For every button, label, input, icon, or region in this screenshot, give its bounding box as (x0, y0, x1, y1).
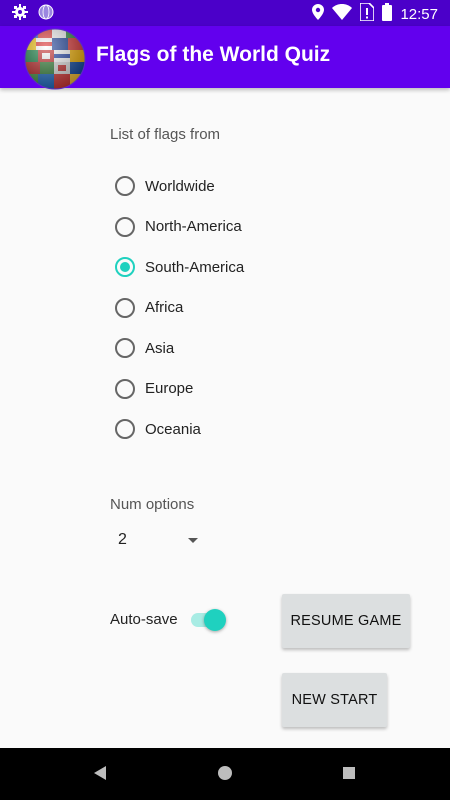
radio-button-icon (115, 378, 135, 399)
battery-icon (382, 3, 393, 26)
location-icon (312, 4, 325, 25)
wifi-icon (332, 4, 353, 25)
radio-button-icon (115, 297, 135, 318)
flags-list-label: List of flags from (110, 126, 221, 143)
radio-label: Europe (145, 380, 194, 398)
radio-button-icon (115, 176, 135, 197)
new-start-button[interactable]: NEW START (282, 673, 387, 727)
radio-asia[interactable]: Asia (115, 328, 244, 369)
app-bar: Flags of the World Quiz (0, 26, 450, 90)
radio-label: North-America (145, 218, 242, 236)
radio-africa[interactable]: Africa (115, 288, 244, 329)
recents-icon[interactable] (342, 765, 356, 786)
back-icon[interactable] (93, 765, 107, 786)
dropdown-arrow-icon (188, 538, 198, 543)
auto-save-switch[interactable] (188, 608, 228, 632)
radio-button-checked-icon (115, 257, 135, 278)
radio-oceania[interactable]: Oceania (115, 409, 244, 450)
radio-label: South-America (145, 258, 245, 276)
num-options-label: Num options (110, 496, 195, 513)
radio-label: Asia (145, 339, 175, 357)
resume-game-button[interactable]: RESUME GAME (282, 594, 410, 648)
globe-status-icon (38, 4, 54, 25)
num-options-spinner[interactable]: 2 (110, 528, 210, 554)
radio-south-america[interactable]: South-America (115, 247, 244, 288)
auto-save-label: Auto-save (110, 611, 178, 628)
app-title: Flags of the World Quiz (96, 43, 331, 66)
radio-label: Africa (145, 299, 184, 317)
radio-worldwide[interactable]: Worldwide (115, 166, 244, 207)
settings-icon (12, 4, 28, 25)
no-sim-icon (359, 2, 376, 26)
region-radio-group: Worldwide North-America South-America Af… (115, 166, 244, 450)
radio-button-icon (115, 338, 135, 359)
radio-button-icon (115, 216, 135, 237)
radio-label: Oceania (145, 420, 201, 438)
status-time: 12:57 (400, 6, 438, 23)
home-icon[interactable] (217, 765, 233, 786)
flag-globe-logo (24, 28, 86, 90)
status-bar: 12:57 (0, 0, 450, 26)
radio-north-america[interactable]: North-America (115, 207, 244, 248)
navigation-bar (0, 748, 450, 800)
radio-label: Worldwide (145, 177, 215, 195)
radio-button-icon (115, 419, 135, 440)
switch-thumb (204, 609, 226, 631)
radio-europe[interactable]: Europe (115, 369, 244, 410)
spinner-value: 2 (118, 531, 127, 548)
